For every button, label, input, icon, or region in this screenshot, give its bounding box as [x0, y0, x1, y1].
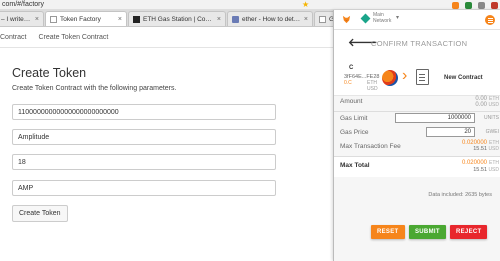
reset-button[interactable]: RESET [371, 225, 405, 239]
gas-limit-input[interactable]: 1000000 [395, 113, 475, 123]
browser-tab[interactable]: – I write, I s × [0, 11, 44, 26]
extension-icon[interactable] [478, 1, 485, 9]
gas-limit-unit: UNITS [484, 115, 499, 121]
page-title: Create Token [12, 66, 87, 80]
url-text[interactable]: com/#/factory [2, 1, 44, 8]
gas-price-input[interactable]: 20 [426, 127, 475, 137]
gas-price-label: Gas Price [340, 129, 369, 136]
symbol-input[interactable]: AMP [12, 180, 276, 196]
metamask-popup: Main Network ▾ 🡐 CONFIRM TRANSACTION C 3… [333, 10, 500, 261]
browser-tab-active[interactable]: Token Factory × [45, 11, 127, 26]
gas-limit-label: Gas Limit [340, 115, 368, 122]
submit-button[interactable]: SUBMIT [409, 225, 446, 239]
max-total-row: Max Total 0.020000 ETH 15.51 USD [334, 157, 500, 177]
tab-label: ether - How to determine [242, 15, 301, 23]
decimals-input[interactable]: 18 [12, 154, 276, 170]
network-selector[interactable]: Main Network [373, 12, 392, 24]
max-total-usd-value: 15.51 [473, 167, 487, 173]
contract-document-icon [416, 69, 429, 85]
to-label: New Contract [444, 75, 483, 81]
menu-icon[interactable] [485, 15, 495, 25]
max-fee-label: Max Transaction Fee [340, 143, 401, 150]
address-bar[interactable]: com/#/factory ★ [0, 0, 500, 10]
max-fee-usd-value: 15.51 [473, 146, 487, 152]
max-total-label: Max Total [340, 162, 370, 169]
reject-button[interactable]: REJECT [450, 225, 488, 239]
form-header: Create Token Create Token Contract with … [12, 66, 332, 92]
tab-label: – I write, I s [1, 15, 32, 23]
confirm-title: CONFIRM TRANSACTION [371, 39, 468, 48]
account-avatar [382, 70, 398, 86]
from-balance: 0.C [344, 80, 352, 86]
gas-price-unit: GWEI [485, 129, 499, 135]
page-icon [319, 15, 326, 23]
close-icon[interactable]: × [304, 16, 308, 23]
metamask-header: Main Network ▾ [334, 10, 500, 30]
confirm-bar: 🡐 CONFIRM TRANSACTION [334, 30, 500, 52]
stackexchange-icon [232, 15, 239, 23]
chevron-down-icon[interactable]: ▾ [396, 14, 399, 21]
gas-limit-row: Gas Limit 1000000 UNITS [334, 112, 500, 126]
extension-icon[interactable] [465, 1, 472, 9]
transaction-parties: C 3fF64E...FE28 0.C ETH USD › New Contra… [334, 52, 500, 96]
amount-usd-value: 0.00 [475, 102, 487, 108]
nav-contract[interactable]: Contract [0, 34, 32, 41]
close-icon[interactable]: × [217, 16, 221, 23]
token-name-input[interactable]: Amplitude [12, 129, 276, 145]
amount-usd-unit: USD [488, 102, 499, 108]
page-icon [50, 15, 57, 23]
page-subtitle: Create Token Contract with the following… [12, 85, 177, 92]
network-line2: Network [373, 17, 392, 24]
nav-create-token-contract[interactable]: Create Token Contract [32, 34, 114, 41]
gas-price-row: Gas Price 20 GWEI [334, 126, 500, 140]
gas-station-icon [133, 15, 140, 23]
app-nav: Contract Create Token Contract [0, 27, 333, 48]
browser-tab[interactable]: ETH Gas Station | Consum × [128, 11, 226, 26]
data-included-note: Data included: 2635 bytes [428, 192, 492, 198]
create-token-button[interactable]: Create Token [12, 205, 68, 222]
tab-label: Token Factory [60, 15, 101, 23]
metamask-fox-icon [342, 15, 351, 24]
bookmark-star-icon[interactable]: ★ [302, 0, 309, 9]
max-fee-row: Max Transaction Fee 0.020000 ETH 15.51 U… [334, 140, 500, 154]
close-icon[interactable]: × [35, 16, 39, 23]
from-balance-usd: USD [367, 86, 378, 92]
max-fee-usd-unit: USD [488, 146, 499, 152]
from-account-name: C [349, 65, 354, 71]
chevron-right-icon: › [402, 67, 408, 84]
max-total-usd-unit: USD [488, 167, 499, 173]
max-total-value: 0.020000 [461, 160, 487, 166]
extension-icon[interactable] [491, 1, 498, 9]
browser-tab[interactable]: ether - How to determine × [227, 11, 313, 26]
tab-label: ETH Gas Station | Consum [143, 15, 214, 23]
initial-supply-input[interactable]: 11000000000000000000000000 [12, 104, 276, 120]
extension-icon[interactable] [452, 1, 459, 9]
network-icon[interactable] [360, 13, 371, 24]
extension-icons [452, 0, 498, 10]
max-total-unit: ETH [489, 160, 499, 166]
amount-label: Amount [340, 98, 363, 105]
amount-row: Amount 0.00 ETH 0.00 USD [334, 95, 500, 109]
close-icon[interactable]: × [118, 16, 122, 23]
